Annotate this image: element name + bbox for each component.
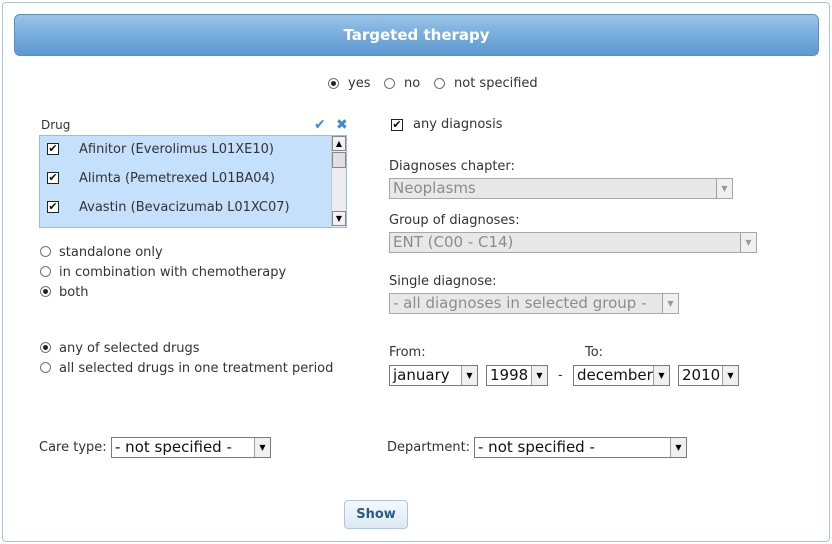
department-select[interactable]: - not specified - ▼	[474, 437, 687, 458]
panel-title-bar: Targeted therapy	[14, 14, 819, 56]
care-type-label: Care type:	[39, 440, 107, 455]
radio-both[interactable]	[40, 286, 51, 297]
scroll-thumb[interactable]	[332, 152, 346, 168]
radio-no[interactable]	[384, 78, 395, 89]
drug-item-label[interactable]: Alimta (Pemetrexed L01BA04)	[79, 171, 275, 186]
single-diagnose-value: - all diagnoses in selected group -	[393, 294, 647, 312]
single-diagnose-select[interactable]: - all diagnoses in selected group - ▼	[389, 293, 679, 314]
close-icon[interactable]: ✖	[336, 117, 348, 133]
care-type-select[interactable]: - not specified - ▼	[111, 437, 271, 458]
to-month-select[interactable]: december ▼	[573, 365, 670, 386]
diagnoses-chapter-value: Neoplasms	[393, 179, 476, 197]
radio-in-combination[interactable]	[40, 266, 51, 277]
from-month-select[interactable]: january ▼	[389, 365, 478, 386]
radio-in-combination-label: in combination with chemotherapy	[59, 265, 287, 280]
any-diagnosis-label: any diagnosis	[413, 117, 503, 132]
to-label: To:	[585, 345, 604, 360]
care-type-value: - not specified -	[115, 438, 232, 456]
drug-item-label[interactable]: Afinitor (Everolimus L01XE10)	[79, 142, 274, 157]
to-year-select[interactable]: 2010 ▼	[678, 365, 739, 386]
chevron-down-icon[interactable]: ▼	[670, 438, 686, 457]
drug-checkbox[interactable]: ✔	[47, 201, 59, 213]
period-separator: -	[558, 368, 563, 383]
chevron-down-icon[interactable]: ▼	[254, 438, 270, 457]
chevron-down-icon[interactable]: ▼	[461, 366, 477, 385]
drug-checkbox[interactable]: ✔	[47, 172, 59, 184]
group-of-diagnoses-label: Group of diagnoses:	[389, 213, 520, 228]
radio-standalone-only-label: standalone only	[59, 245, 163, 260]
drug-checkbox[interactable]: ✔	[47, 143, 59, 155]
radio-both-label: both	[59, 285, 89, 300]
radio-yes-label: yes	[348, 76, 371, 91]
chevron-down-icon[interactable]: ▼	[722, 366, 738, 385]
show-button[interactable]: Show	[344, 500, 408, 529]
to-month-value: december	[577, 366, 653, 384]
department-label: Department:	[387, 440, 471, 455]
panel-title: Targeted therapy	[343, 26, 490, 44]
from-year-value: 1998	[490, 366, 529, 384]
chevron-down-icon[interactable]: ▼	[662, 294, 678, 313]
group-of-diagnoses-select[interactable]: ENT (C00 - C14) ▼	[389, 232, 757, 253]
from-year-select[interactable]: 1998 ▼	[486, 365, 548, 386]
any-diagnosis-checkbox[interactable]: ✔	[391, 119, 403, 131]
drug-item-label[interactable]: Avastin (Bevacizumab L01XC07)	[79, 200, 290, 215]
chevron-down-icon[interactable]: ▼	[531, 366, 547, 385]
check-icon[interactable]: ✔	[314, 117, 326, 133]
from-month-value: january	[393, 366, 450, 384]
scroll-down-icon[interactable]: ▼	[332, 211, 346, 226]
radio-not-specified[interactable]	[434, 78, 445, 89]
from-label: From:	[389, 345, 426, 360]
radio-standalone-only[interactable]	[40, 246, 51, 257]
drug-list-scrollbar[interactable]: ▲ ▼	[331, 136, 346, 227]
radio-any-selected-drugs-label: any of selected drugs	[59, 341, 200, 356]
scroll-up-icon[interactable]: ▲	[332, 136, 346, 151]
radio-no-label: no	[404, 76, 421, 91]
radio-any-selected-drugs[interactable]	[40, 342, 51, 353]
chevron-down-icon[interactable]: ▼	[716, 179, 732, 198]
radio-all-selected-drugs[interactable]	[40, 362, 51, 373]
drug-label: Drug	[41, 118, 71, 132]
diagnoses-chapter-label: Diagnoses chapter:	[389, 159, 515, 174]
radio-yes[interactable]	[328, 78, 339, 89]
chevron-down-icon[interactable]: ▼	[653, 366, 669, 385]
diagnoses-chapter-select[interactable]: Neoplasms ▼	[389, 178, 733, 199]
single-diagnose-label: Single diagnose:	[389, 274, 497, 289]
to-year-value: 2010	[682, 366, 721, 384]
group-of-diagnoses-value: ENT (C00 - C14)	[393, 233, 514, 251]
radio-all-selected-drugs-label: all selected drugs in one treatment peri…	[59, 361, 334, 376]
radio-not-specified-label: not specified	[454, 76, 538, 91]
department-value: - not specified -	[478, 438, 595, 456]
chevron-down-icon[interactable]: ▼	[740, 233, 756, 252]
